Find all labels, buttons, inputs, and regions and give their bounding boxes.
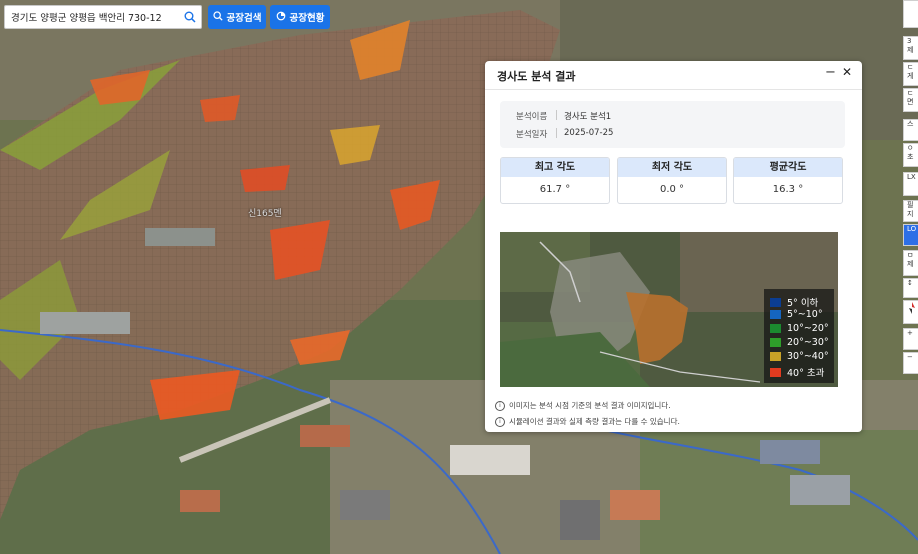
right-tool-3[interactable]: ㄷ면 <box>903 88 918 112</box>
slope-analysis-panel: 경사도 분석 결과 − ✕ 분석이름 경사도 분석1 분석일자 2025-07-… <box>485 61 862 432</box>
legend-item: 5° 이하 <box>770 295 818 309</box>
panel-divider <box>485 89 862 90</box>
note-text: 시뮬레이션 결과와 실제 측량 결과는 다를 수 있습니다. <box>509 417 680 426</box>
info-separator <box>556 110 557 120</box>
info-date-label: 분석일자 <box>516 130 548 140</box>
info-date-value: 2025-07-25 <box>564 128 614 138</box>
analysis-info-box: 분석이름 경사도 분석1 분석일자 2025-07-25 <box>500 101 845 148</box>
right-tool-5[interactable]: ㅇ초 <box>903 143 918 167</box>
stat-max-value: 61.7 ° <box>539 184 571 195</box>
right-tool-label: 제 <box>907 260 914 268</box>
right-tool-label: ㄷ <box>907 63 914 71</box>
right-tool-lo[interactable]: LO <box>903 224 918 246</box>
legend-swatch <box>770 324 781 333</box>
note-image-basis: i 이미지는 분석 시점 기준의 분석 결과 이미지입니다. <box>495 400 671 411</box>
right-tool-label: 게 <box>907 72 914 80</box>
legend-item: 40° 초과 <box>770 365 824 379</box>
zoom-out-label: − <box>907 353 913 361</box>
zoom-in-label: + <box>907 329 913 337</box>
factory-status-label: 공장현황 <box>289 13 325 24</box>
stat-avg-value: 16.3 ° <box>772 184 804 195</box>
info-icon: i <box>495 416 505 427</box>
stat-max-angle: 최고 각도 61.7 ° <box>500 157 610 204</box>
legend-swatch <box>770 367 781 377</box>
right-tool-label: 필지 <box>907 201 914 218</box>
note-disclaimer: i 시뮬레이션 결과와 실제 측량 결과는 다를 수 있습니다. <box>495 416 680 427</box>
info-name-label: 분석이름 <box>516 112 548 122</box>
legend-label: 5°~10° <box>787 309 823 320</box>
close-icon[interactable]: ✕ <box>842 65 852 79</box>
info-name-value: 경사도 분석1 <box>564 112 612 122</box>
info-row-name: 분석이름 경사도 분석1 <box>516 110 611 122</box>
legend-swatch <box>770 338 781 347</box>
stat-min-label: 최저 각도 <box>618 158 726 177</box>
right-tool-updown[interactable]: ↕ <box>903 278 918 298</box>
right-tool-1[interactable]: 3제 <box>903 36 918 60</box>
right-tool-2[interactable]: ㄷ게 <box>903 62 918 86</box>
zoom-out-button[interactable]: − <box>903 352 918 374</box>
right-tool-label: 면 <box>907 98 914 106</box>
right-tool-label: 초 <box>907 153 914 161</box>
legend-swatch <box>770 352 781 361</box>
right-tool-label: LO <box>907 225 917 233</box>
right-tool-label: ↕ <box>907 279 913 287</box>
info-separator <box>556 128 557 138</box>
right-tool-label: ㅇ <box>907 144 914 152</box>
legend-item: 10°~20° <box>770 323 829 334</box>
right-tool-label: LX <box>907 173 916 181</box>
legend-item: 30°~40° <box>770 351 829 362</box>
right-tool-4[interactable]: 스 <box>903 119 918 141</box>
address-search-input[interactable] <box>5 7 179 27</box>
legend-swatch <box>770 297 781 307</box>
right-tool-top[interactable] <box>903 0 918 28</box>
right-tool-label: 제 <box>907 46 914 54</box>
slope-legend: 5° 이하 5°~10° 10°~20° 20°~30° 30°~40° 40°… <box>764 289 834 383</box>
search-icon[interactable] <box>179 6 201 28</box>
analysis-result-image: 5° 이하 5°~10° 10°~20° 20°~30° 30°~40° 40°… <box>500 232 838 387</box>
legend-label: 40° 초과 <box>787 368 825 379</box>
stat-avg-angle: 평균각도 16.3 ° <box>733 157 843 204</box>
zoom-in-button[interactable]: + <box>903 328 918 350</box>
right-tool-label: ㅁ <box>907 251 914 259</box>
stat-min-value: 0.0 ° <box>659 184 685 195</box>
info-icon: i <box>495 400 505 411</box>
right-tool-label: ㄷ <box>907 89 914 97</box>
stat-min-angle: 최저 각도 0.0 ° <box>617 157 727 204</box>
right-tool-label: 스 <box>907 120 914 128</box>
stat-max-label: 최고 각도 <box>501 158 609 177</box>
factory-status-button[interactable]: 공장현황 <box>270 5 330 29</box>
legend-label: 30°~40° <box>787 351 829 362</box>
right-tool-lx[interactable]: LX <box>903 172 918 196</box>
right-tool-6[interactable]: ㅁ제 <box>903 250 918 276</box>
compass-icon[interactable] <box>903 300 918 324</box>
factory-search-button[interactable]: 공장검색 <box>208 5 266 29</box>
legend-label: 20°~30° <box>787 337 829 348</box>
stat-avg-label: 평균각도 <box>734 158 842 177</box>
right-tool-parcel[interactable]: 필지 <box>903 200 918 222</box>
legend-label: 10°~20° <box>787 323 829 334</box>
minimize-icon[interactable]: − <box>825 65 836 80</box>
legend-item: 20°~30° <box>770 337 829 348</box>
chart-pie-icon <box>276 11 286 24</box>
legend-label: 5° 이하 <box>787 298 819 309</box>
factory-search-label: 공장검색 <box>226 13 262 24</box>
legend-swatch <box>770 310 781 319</box>
panel-title: 경사도 분석 결과 <box>497 70 576 83</box>
search-icon <box>212 10 223 24</box>
note-text: 이미지는 분석 시점 기준의 분석 결과 이미지입니다. <box>509 401 671 410</box>
legend-item: 5°~10° <box>770 309 823 320</box>
map-label: 신165멘 <box>248 209 282 219</box>
address-search-box[interactable] <box>4 5 202 29</box>
right-toolbar: 3제 ㄷ게 ㄷ면 스 ㅇ초 LX 필지 LO ㅁ제 ↕ + − <box>903 0 918 554</box>
right-tool-label: 3 <box>907 37 912 45</box>
info-row-date: 분석일자 2025-07-25 <box>516 128 613 140</box>
